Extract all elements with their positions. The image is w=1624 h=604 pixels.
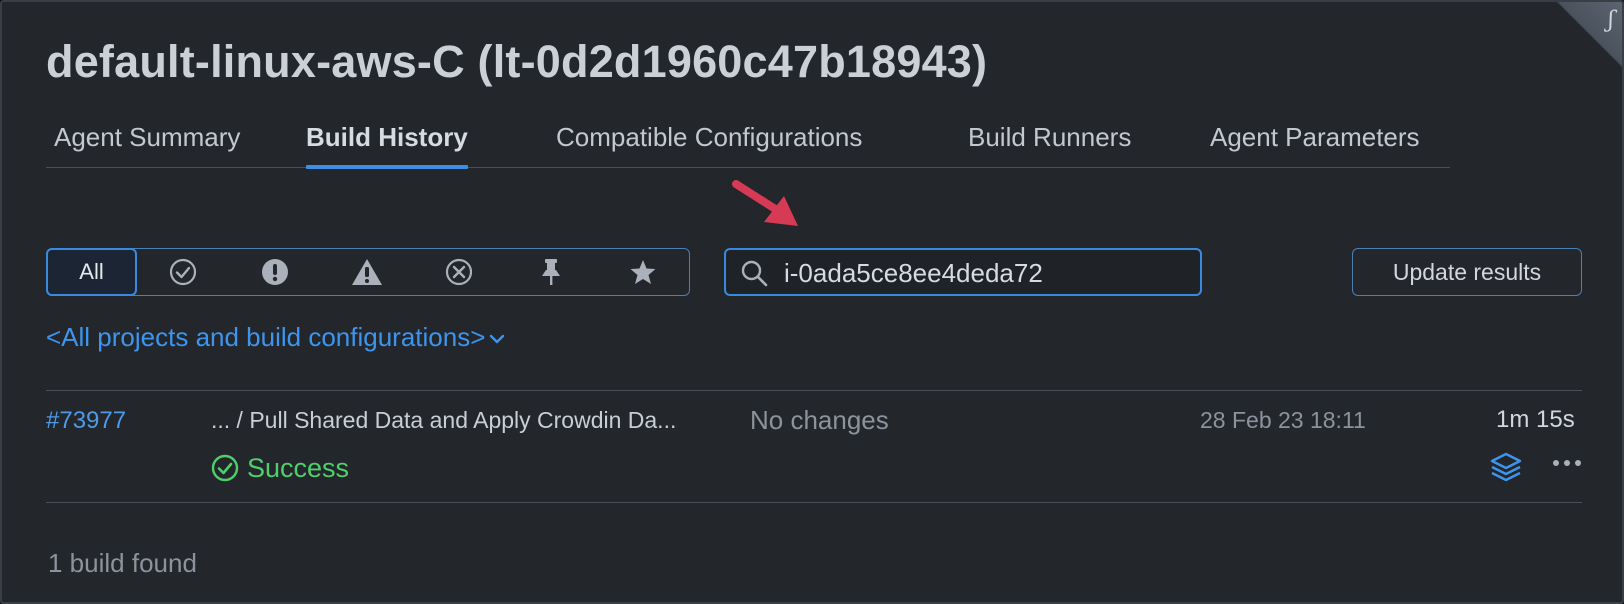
exclamation-circle-icon	[262, 259, 288, 285]
pin-icon	[542, 259, 560, 285]
divider	[46, 390, 1582, 391]
build-status-label: Success	[247, 452, 350, 483]
build-configuration-link[interactable]: ... / Pull Shared Data and Apply Crowdin…	[211, 407, 676, 434]
more-options-icon[interactable]	[1552, 458, 1582, 468]
success-check-icon	[211, 454, 239, 482]
tab-build-runners[interactable]: Build Runners	[968, 114, 1131, 168]
tab-agent-summary[interactable]: Agent Summary	[54, 114, 240, 168]
tab-compatible-configurations[interactable]: Compatible Configurations	[556, 114, 862, 168]
project-filter-label: <All projects and build configurations>	[46, 322, 486, 352]
filter-favorite-button[interactable]	[597, 249, 689, 295]
chevron-down-icon	[490, 334, 505, 344]
results-count: 1 build found	[48, 548, 197, 578]
plugin-badge-icon[interactable]: ʃ	[1556, 2, 1622, 68]
tab-agent-parameters[interactable]: Agent Parameters	[1210, 114, 1420, 168]
x-circle-icon	[445, 258, 473, 286]
warning-triangle-icon	[352, 259, 382, 285]
page-title: default-linux-aws-C (lt-0d2d1960c47b1894…	[46, 36, 988, 87]
filter-all-button[interactable]: All	[46, 248, 137, 296]
tab-bar: Agent Summary Build History Compatible C…	[46, 114, 1450, 169]
filter-warning-button[interactable]	[321, 249, 413, 295]
search-input[interactable]	[784, 256, 1184, 290]
agent-page: ʃ default-linux-aws-C (lt-0d2d1960c47b18…	[0, 0, 1624, 604]
filter-cancelled-button[interactable]	[413, 249, 505, 295]
project-filter-dropdown[interactable]: <All projects and build configurations>	[46, 322, 505, 353]
build-duration: 1m 15s	[1496, 406, 1575, 433]
star-icon	[630, 260, 656, 284]
build-changes[interactable]: No changes	[750, 405, 889, 436]
status-filter-group: All	[46, 248, 690, 296]
divider	[46, 502, 1582, 503]
filter-pinned-button[interactable]	[505, 249, 597, 295]
build-date: 28 Feb 23 18:11	[1200, 407, 1366, 433]
annotation-arrow-icon	[732, 180, 798, 226]
search-icon	[741, 260, 768, 287]
build-status[interactable]: Success	[211, 452, 349, 484]
filter-success-button[interactable]	[137, 249, 229, 295]
layers-icon[interactable]	[1490, 452, 1522, 482]
search-field[interactable]	[724, 248, 1202, 296]
tab-build-history[interactable]: Build History	[306, 114, 468, 169]
update-results-button[interactable]: Update results	[1352, 248, 1582, 296]
filter-failed-button[interactable]	[229, 249, 321, 295]
build-number-link[interactable]: #73977	[46, 407, 126, 435]
check-circle-icon	[169, 258, 197, 286]
